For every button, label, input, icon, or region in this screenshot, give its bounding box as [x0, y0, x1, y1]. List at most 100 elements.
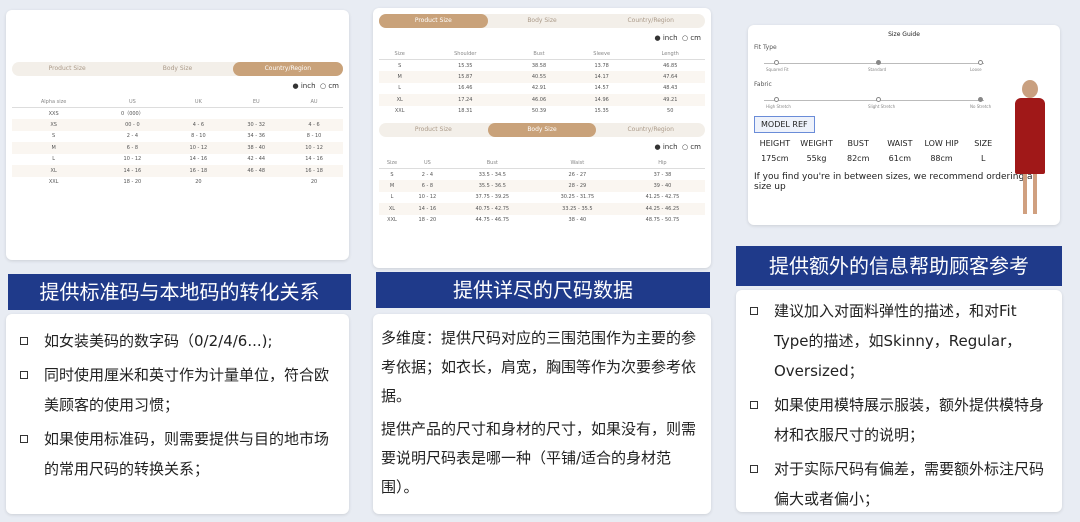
col-header: Length [635, 48, 705, 60]
table-row: L 10 - 12 37.75 - 39.25 30.25 - 31.75 41.25 … [379, 192, 705, 204]
col-header: EU [227, 96, 286, 108]
tab-0[interactable]: Product Size [379, 14, 488, 28]
model-cell: 55kg [806, 154, 827, 163]
table-cell: 37 - 38 [653, 171, 672, 178]
model-cell: WEIGHT [800, 139, 833, 148]
model-cell: BUST [847, 139, 869, 148]
table-cell: 8 - 10 [191, 133, 206, 140]
table-cell: 6 - 8 [95, 142, 170, 154]
table-cell: 17.24 [420, 94, 511, 106]
table-cell: 34 - 36 [247, 133, 266, 140]
unit-toggle-top[interactable]: ● inch ○ cm [383, 34, 701, 42]
table-cell: 41.25 - 42.75 [645, 194, 680, 201]
model-cell: 61cm [888, 154, 912, 163]
table-cell: 46 - 48 [227, 165, 286, 177]
model-cell: 175cm [761, 154, 789, 163]
table-cell: 46.06 [510, 94, 568, 106]
table-cell: 14.96 [567, 94, 636, 106]
scale-dot [774, 60, 779, 65]
table-cell: S [52, 133, 56, 140]
size-tabs[interactable]: Product Size Body Size Country/Region [12, 62, 343, 76]
size-tabs-bottom[interactable]: Product Size Body Size Country/Region [379, 123, 705, 137]
table-cell: 50 [667, 108, 674, 115]
table-row: S 2 - 4 8 - 10 34 - 36 8 - 10 [12, 131, 343, 143]
model-header: HEIGHT WEIGHT BUST WAIST LOW HIP SIZE [754, 139, 1004, 148]
table-cell: 48.75 - 50.75 [645, 217, 680, 224]
model-ref-badge: MODEL REF [754, 116, 815, 133]
col-header: Bust [449, 157, 535, 169]
tab-2[interactable]: Country/Region [596, 123, 705, 137]
model-cell: L [980, 154, 986, 163]
fit-type-scale: Squared Fit Standard Loose [754, 51, 1054, 81]
mid-notes: 多维度：提供尺码对应的三围范围作为主要的参考依据；如衣长，肩宽，胸围等作为次要参… [373, 314, 711, 514]
mid-paragraph-1: 多维度：提供尺码对应的三围范围作为主要的参考依据；如衣长，肩宽，胸围等作为次要参… [381, 329, 697, 405]
right-notes: 建议加入对面料弹性的描述，和对Fit Type的描述，如Skinny，Regul… [736, 290, 1062, 512]
tab-1[interactable]: Body Size [487, 123, 597, 137]
table-cell: 40.55 [510, 71, 568, 83]
table-row: XL 14 - 16 40.75 - 42.75 33.25 - 35.5 44.25 … [379, 203, 705, 215]
unit-toggle-bottom[interactable]: ● inch ○ cm [383, 143, 701, 151]
model-cell: LOW HIP [924, 139, 959, 148]
table-cell: XS [12, 119, 96, 131]
table-cell [227, 177, 285, 189]
table-cell: S [390, 171, 394, 178]
table-cell [169, 108, 227, 120]
bullet-item: 建议加入对面料弹性的描述，和对Fit Type的描述，如Skinny，Regul… [746, 296, 1052, 386]
col-header: Sleeve [567, 48, 636, 60]
size-data-card: Product Size Body Size Country/Region ● in… [373, 8, 711, 268]
scale-dot [876, 97, 881, 102]
tab-0[interactable]: Product Size [379, 123, 488, 137]
table-cell: 0（000） [121, 111, 144, 117]
table-cell: L [52, 156, 56, 163]
col-header: Bust [510, 48, 568, 60]
tab-0[interactable]: Product Size [12, 62, 122, 76]
table-row: M6 - 8 35.5 - 36.5 28 - 29 39 - 40 [379, 180, 705, 192]
scale-option: Loose [970, 67, 982, 72]
table-cell: 44.75 - 46.75 [475, 217, 510, 224]
body-size-table: Size US Bust Waist Hip S 2 - 4 33.5 - 34.5 26 - … [379, 157, 705, 226]
table-row: XS 00 - 04 - 6 30 - 32 4 - 6 [12, 119, 343, 131]
tab-1[interactable]: Body Size [122, 62, 232, 76]
table-cell: 6 - 8 [404, 180, 450, 192]
mid-paragraph-2: 提供产品的尺寸和身材的尺寸，如果没有，则需要说明尺码表是哪一种（平铺/适合的身材… [381, 420, 697, 496]
model-cell: HEIGHT [759, 139, 791, 148]
tab-2[interactable]: Country/Region [596, 14, 705, 28]
mid-banner: 提供详尽的尺码数据 [376, 272, 710, 308]
scale-dot [978, 97, 983, 102]
scale-option: Slight Stretch [868, 104, 896, 109]
table-cell: 38 - 40 [568, 217, 587, 224]
model-photo [1006, 80, 1054, 220]
table-cell: XXL [394, 108, 405, 115]
table-cell: 26 - 27 [568, 171, 587, 178]
col-header: AU [285, 96, 343, 108]
table-cell: 44.25 - 46.25 [619, 203, 705, 215]
table-cell: 49.21 [635, 94, 705, 106]
tab-1[interactable]: Body Size [488, 14, 597, 28]
unit-toggle[interactable]: ● inch ○ cm [16, 82, 339, 90]
table-cell: 37.75 - 39.25 [475, 194, 510, 201]
table-cell: 16 - 18 [169, 165, 228, 177]
table-cell: XXL [48, 179, 59, 186]
table-cell: 14 - 16 [95, 165, 170, 177]
table-cell: 30 - 32 [227, 119, 286, 131]
table-cell: M [379, 71, 421, 83]
table-cell: M [379, 180, 405, 192]
table-cell: 10 - 12 [169, 142, 228, 154]
table-row: XXS 0（000） [12, 108, 343, 120]
col-header: Hip [619, 157, 705, 169]
bullet-item: 如女装美码的数字码（0/2/4/6...); [16, 326, 339, 356]
table-cell: XL [379, 94, 421, 106]
table-row: XXL 18 - 20 44.75 - 46.75 38 - 40 48.75 - 50… [379, 215, 705, 227]
scale-option: No Stretch [970, 104, 992, 109]
table-cell: 10 - 12 [418, 194, 437, 201]
table-row: XXL 18.31 50.39 15.35 50 [379, 106, 705, 118]
model-cell: SIZE [974, 139, 993, 148]
table-row: XL 14 - 16 16 - 18 46 - 48 16 - 18 [12, 165, 343, 177]
table-cell: 20 [310, 179, 318, 186]
table-cell: 35.5 - 36.5 [449, 180, 535, 192]
tab-2[interactable]: Country/Region [232, 62, 343, 76]
left-banner: 提供标准码与本地码的转化关系 [8, 274, 351, 310]
table-cell: 10 - 12 [285, 142, 343, 154]
scale-dot [978, 60, 983, 65]
size-tabs-top[interactable]: Product Size Body Size Country/Region [379, 14, 705, 28]
